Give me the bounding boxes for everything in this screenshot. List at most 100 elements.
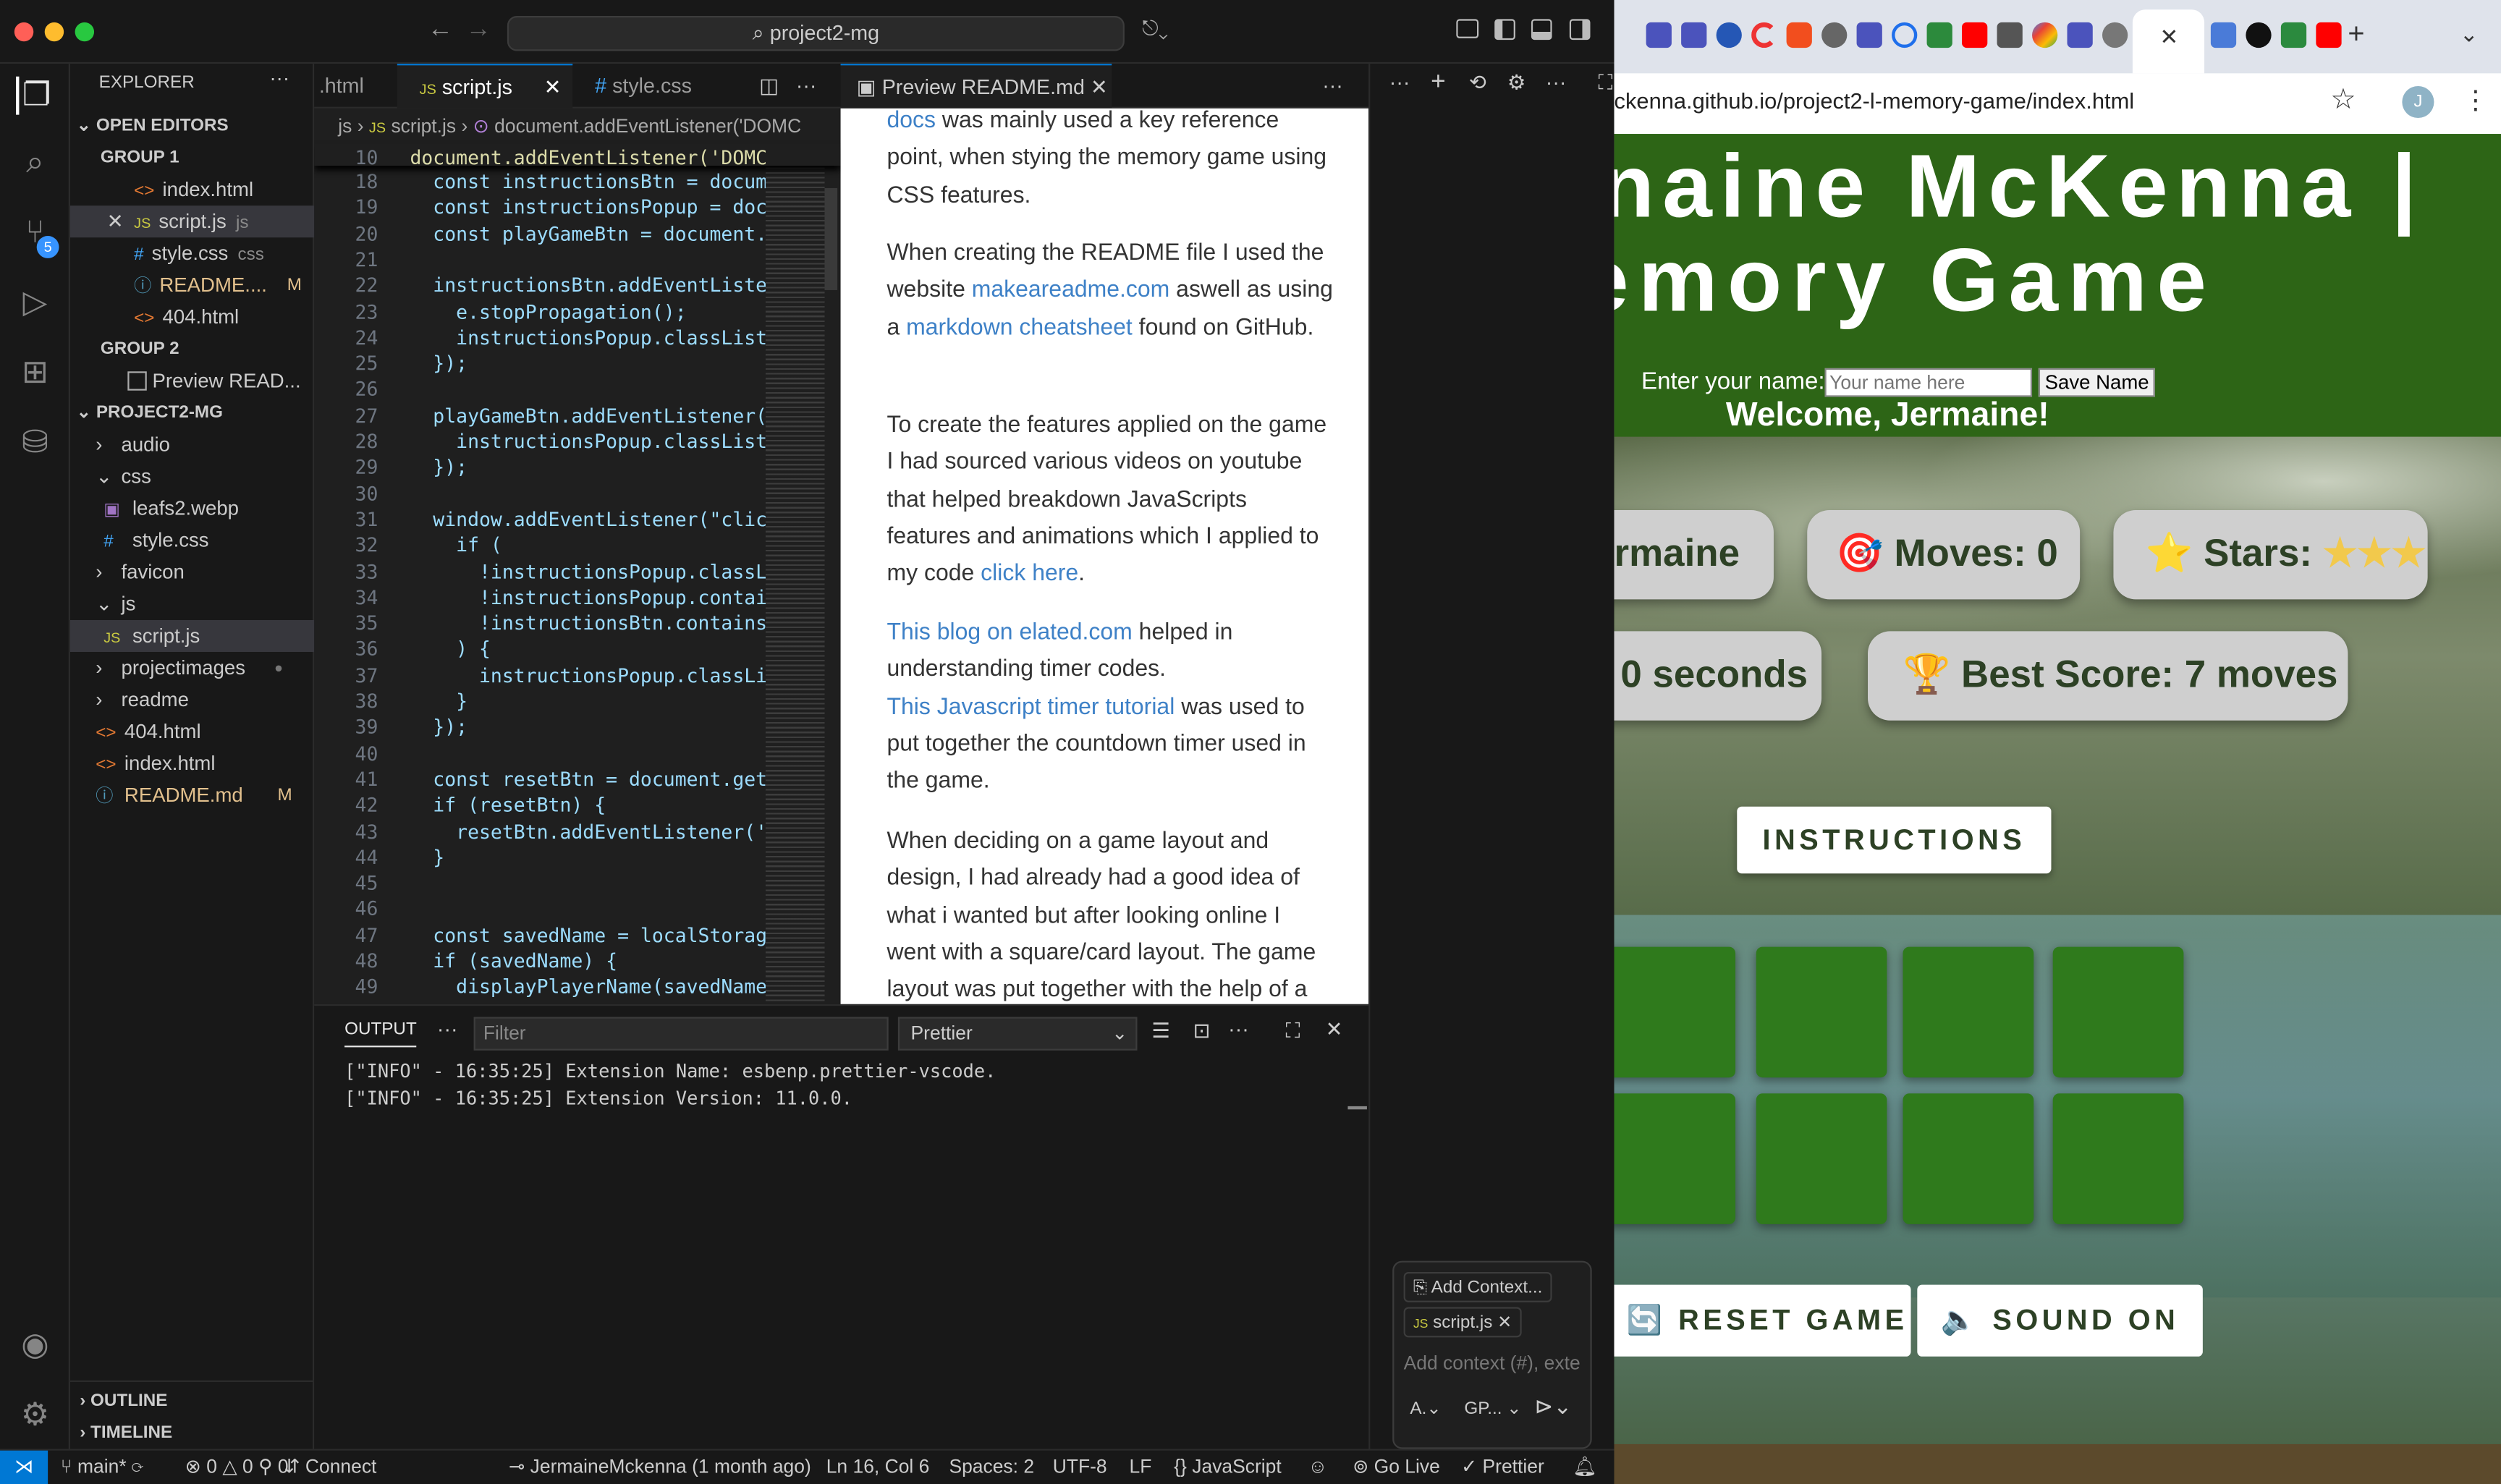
tab-index-html[interactable]: .html [314,64,397,109]
instructions-button[interactable]: INSTRUCTIONS [1737,806,2052,874]
breadcrumb-folder[interactable]: js [338,115,352,137]
globe-tab-icon[interactable] [1821,22,1848,48]
history-icon[interactable]: ⟲ [1469,70,1486,96]
site-tab-icon[interactable] [2280,22,2307,48]
power-tab-icon[interactable] [1892,22,1918,48]
google-tab-icon[interactable] [2032,22,2058,48]
tab-preview-readme[interactable]: ▣ Preview README.md ✕ [840,64,1112,109]
memory-card[interactable] [1756,946,1887,1078]
output-channel-select[interactable]: Prettier ⌄ [897,1017,1138,1051]
memory-card[interactable] [1903,946,2034,1078]
memory-card[interactable] [2052,1093,2184,1224]
makeareadme-link[interactable]: makeareadme.com [972,278,1170,303]
encoding-status[interactable]: UTF-8 [1053,1451,1107,1484]
eol-status[interactable]: LF [1130,1451,1152,1484]
clear-output-icon[interactable]: ☰ [1151,1019,1170,1044]
send-icon[interactable]: ⊳⌄ [1534,1393,1572,1420]
open-editor-item[interactable]: <> 404.html [70,301,314,333]
split-editor-icon[interactable]: ◫ [759,64,779,109]
markdown-cheatsheet-link[interactable]: markdown cheatsheet [906,315,1133,340]
add-context-button[interactable]: ⎘ Add Context... [1403,1271,1552,1302]
new-chat-icon[interactable]: + [1431,69,1446,98]
close-window-button[interactable] [14,22,34,42]
open-editor-preview-readme[interactable]: Preview READ... [70,365,314,397]
open-editor-item[interactable]: ✕ JS script.js js [69,205,315,238]
figma-tab-icon[interactable] [1786,22,1812,48]
copilot-icon[interactable]: ⎋⌄ [1142,16,1168,41]
output-scrollbar[interactable] [1347,1106,1367,1110]
url-input[interactable]: ckenna.github.io/project2-l-memory-game/… [1615,88,2135,113]
maximize-window-button[interactable] [75,22,95,42]
copilot-status-icon[interactable]: ☺ [1308,1451,1327,1484]
command-center[interactable]: ⌕ project2-mg [507,16,1125,51]
memory-card[interactable] [1756,1093,1887,1224]
layout-customize-icon[interactable] [1456,19,1479,38]
notifications-bell-icon[interactable]: 🔔︎ [1573,1451,1597,1484]
youtube-tab-icon[interactable] [1962,22,1988,48]
browser-menu-icon[interactable]: ⋮ [2463,85,2488,116]
tab-output[interactable]: OUTPUT [344,1020,417,1048]
tree-folder[interactable]: ⌄ js [70,588,314,620]
tree-folder[interactable]: › readme [70,684,314,716]
back-arrow-icon[interactable]: ← [428,16,453,45]
git-blame-status[interactable]: ⊸ JermaineMckenna (1 month ago) [509,1451,811,1484]
tree-folder[interactable]: ⌄ css [70,461,314,493]
language-status[interactable]: {} JavaScript [1174,1451,1282,1484]
tab-script-js[interactable]: JS script.js ✕ [397,64,573,110]
toggle-primary-sidebar-icon[interactable] [1494,19,1515,41]
extensions-icon[interactable]: ⊞ [16,354,54,392]
open-editor-item[interactable]: ⓘ README.... M [70,269,314,301]
teams-tab-icon[interactable] [2067,22,2093,48]
minimap[interactable] [765,143,825,1004]
profile-avatar[interactable]: J [2402,85,2434,119]
site-tab-icon[interactable] [2246,22,2272,48]
tree-file[interactable]: ▣ leafs2.webp [70,493,314,525]
minimize-window-button[interactable] [44,22,64,42]
forward-arrow-icon[interactable]: → [466,16,491,45]
breadcrumb-file[interactable]: script.js [391,115,456,137]
timeline-section[interactable]: › TIMELINE [70,1417,314,1449]
active-tab[interactable]: ✕ [2132,9,2205,74]
tree-folder[interactable]: › audio [70,429,314,461]
tree-file[interactable]: ⓘ README.md M [70,779,314,811]
indentation-status[interactable]: Spaces: 2 [949,1451,1034,1484]
teams-tab-icon[interactable] [1856,22,1882,48]
model-select[interactable]: GP... ⌄ [1464,1398,1521,1418]
breadcrumb-symbol[interactable]: document.addEventListener('DOMC [494,115,801,137]
more-actions-icon[interactable]: ··· [1228,1017,1249,1041]
settings-gear-icon[interactable]: ⚙ [16,1396,54,1435]
close-tab-icon[interactable]: ✕ [2159,24,2178,51]
memory-card[interactable] [1614,1093,1736,1224]
close-panel-icon[interactable]: ✕ [1326,1017,1343,1043]
globe-tab-icon[interactable] [2102,22,2128,48]
problems-status[interactable]: ⊗ 0 △ 0 ⚲ 0 [185,1451,289,1484]
codeinstitute-tab-icon[interactable] [1926,22,1952,48]
youtube-tab-icon[interactable] [2316,22,2342,48]
chat-input[interactable]: Add context (#), exte [1404,1352,1583,1374]
sound-toggle-button[interactable]: 🔈 SOUND ON [1917,1284,2203,1357]
editor-scrollbar[interactable] [824,187,838,290]
memory-card[interactable] [1614,946,1736,1078]
tab-search-icon[interactable]: ⌄ [2460,21,2479,48]
new-tab-icon[interactable]: + [2348,17,2364,51]
teams-tab-icon[interactable] [1646,22,1672,48]
memory-card[interactable] [2052,946,2184,1078]
connect-status[interactable]: ⇵ Connect [284,1451,376,1484]
tree-file[interactable]: <> index.html [70,747,314,779]
open-editor-item[interactable]: # style.css css [70,237,314,269]
filter-input[interactable]: Filter [473,1017,889,1051]
code-editor[interactable]: js › JS script.js › ⊙ document.addEventL… [314,108,841,1004]
docs-tab-icon[interactable] [2210,22,2237,48]
tree-file[interactable]: <> 404.html [70,716,314,747]
close-tab-icon[interactable]: ✕ [544,65,562,110]
settings-gear-icon[interactable]: ⚙ [1507,70,1526,96]
open-editor-item[interactable]: <> index.html [70,174,314,205]
click-here-link[interactable]: click here [981,561,1078,587]
reset-game-button[interactable]: 🔄 RESET GAME [1614,1284,1911,1357]
memory-card[interactable] [1903,1093,2034,1224]
toggle-secondary-sidebar-icon[interactable] [1569,19,1591,41]
run-debug-icon[interactable]: ▷ [16,284,54,322]
explorer-icon[interactable]: ❐ [16,76,54,115]
more-actions-icon[interactable]: ··· [437,1017,458,1041]
remote-indicator-icon[interactable]: ⋊ [0,1450,48,1484]
